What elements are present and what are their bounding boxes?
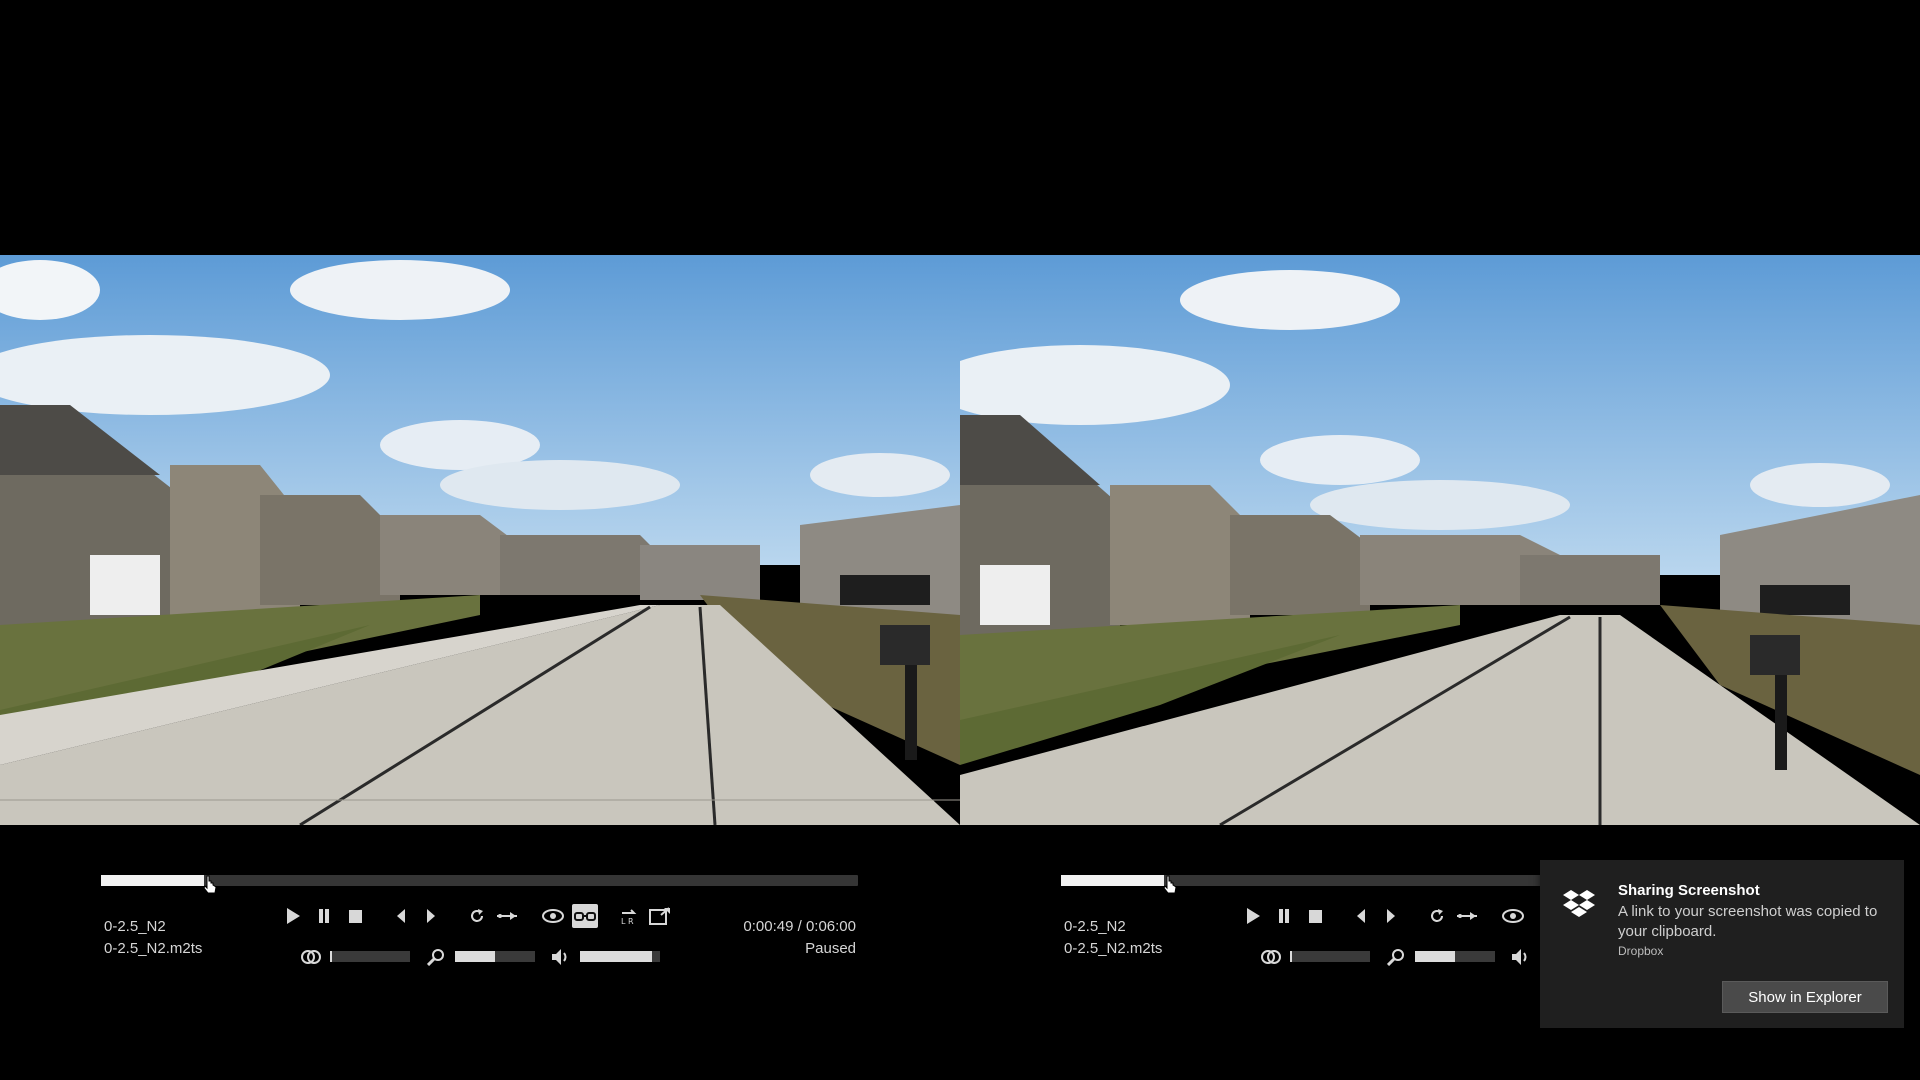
notification-message: A link to your screenshot was copied to … [1618,903,1878,940]
zoom-button[interactable] [1385,946,1407,968]
previous-frame-button[interactable] [390,905,412,927]
svg-text:L R: L R [621,917,634,925]
stop-button[interactable] [1304,905,1326,927]
output-button[interactable] [649,905,671,927]
street-scene-image [0,255,960,825]
ab-repeat-icon [1457,912,1477,920]
seek-bar-fill [101,875,204,886]
opacity-slider[interactable] [330,951,410,962]
notification-app-name: Dropbox [1618,944,1664,958]
swap-lr-icon: L R [621,909,637,925]
loop-button[interactable] [1426,905,1448,927]
pause-icon [319,909,329,923]
previous-icon [397,909,405,923]
stereo-glasses-button[interactable] [572,904,598,928]
volume-icon [552,949,567,965]
file-name: 0-2.5_N2.m2ts [1064,940,1163,957]
eye-icon [542,909,564,923]
opacity-slider-fill [330,951,332,962]
left-player-controls: 0-2.5_N2 0-2.5_N2.m2ts 0:00:49 / 0:06:00… [0,860,960,980]
swap-lr-button[interactable]: L R [618,905,640,927]
next-icon [1387,909,1395,923]
street-scene-image [960,255,1920,825]
zoom-slider[interactable] [455,951,535,962]
volume-slider-fill [580,951,652,962]
file-info: 0-2.5_N2 0-2.5_N2.m2ts [1064,916,1162,960]
view-mode-button[interactable] [542,905,564,927]
stereo-glasses-icon [574,912,596,921]
pause-button[interactable] [1273,905,1295,927]
next-frame-button[interactable] [1380,905,1402,927]
dropbox-icon [1563,890,1595,917]
time-info: 0:00:49 / 0:06:00 Paused [743,916,856,960]
loop-button[interactable] [466,905,488,927]
play-icon [287,908,300,924]
stop-icon [348,909,362,923]
previous-icon [1357,909,1365,923]
left-video-frame[interactable] [0,255,960,825]
notification-toast[interactable]: Sharing Screenshot A link to your screen… [1540,860,1904,1028]
stop-icon [1308,909,1322,923]
zoom-icon [427,949,444,966]
volume-button[interactable] [550,946,572,968]
zoom-slider-fill [1415,951,1455,962]
ab-repeat-icon [497,912,517,920]
notification-title: Sharing Screenshot [1618,882,1760,899]
mouse-cursor-icon [203,875,217,894]
opacity-icon [301,950,321,964]
time-display: 0:00:49 / 0:06:00 [743,918,856,935]
right-video-frame[interactable] [960,255,1920,825]
ab-repeat-button[interactable] [496,905,518,927]
playback-status: Paused [805,940,856,957]
zoom-icon [1387,949,1404,966]
file-name: 0-2.5_N2.m2ts [104,940,203,957]
opacity-icon [1261,950,1281,964]
next-icon [427,909,435,923]
pause-button[interactable] [313,905,335,927]
file-info: 0-2.5_N2 0-2.5_N2.m2ts [104,916,202,960]
opacity-slider-fill [1290,951,1292,962]
file-title: 0-2.5_N2 [104,918,166,935]
seek-bar-fill [1061,875,1164,886]
volume-slider[interactable] [580,951,660,962]
zoom-slider[interactable] [1415,951,1495,962]
file-title: 0-2.5_N2 [1064,918,1126,935]
view-mode-button[interactable] [1502,905,1524,927]
loop-icon [1431,909,1443,922]
mouse-cursor-icon [1163,875,1177,894]
zoom-button[interactable] [425,946,447,968]
zoom-slider-fill [455,951,495,962]
eye-icon [1502,909,1524,923]
output-icon [649,907,670,925]
ab-repeat-button[interactable] [1456,905,1478,927]
play-button[interactable] [282,905,304,927]
stop-button[interactable] [344,905,366,927]
opacity-button[interactable] [300,946,322,968]
opacity-button[interactable] [1260,946,1282,968]
loop-icon [471,909,483,922]
play-button[interactable] [1242,905,1264,927]
previous-frame-button[interactable] [1350,905,1372,927]
volume-icon [1512,949,1527,965]
show-in-explorer-button[interactable]: Show in Explorer [1722,981,1888,1013]
volume-button[interactable] [1510,946,1532,968]
play-icon [1247,908,1260,924]
opacity-slider[interactable] [1290,951,1370,962]
pause-icon [1279,909,1289,923]
next-frame-button[interactable] [420,905,442,927]
